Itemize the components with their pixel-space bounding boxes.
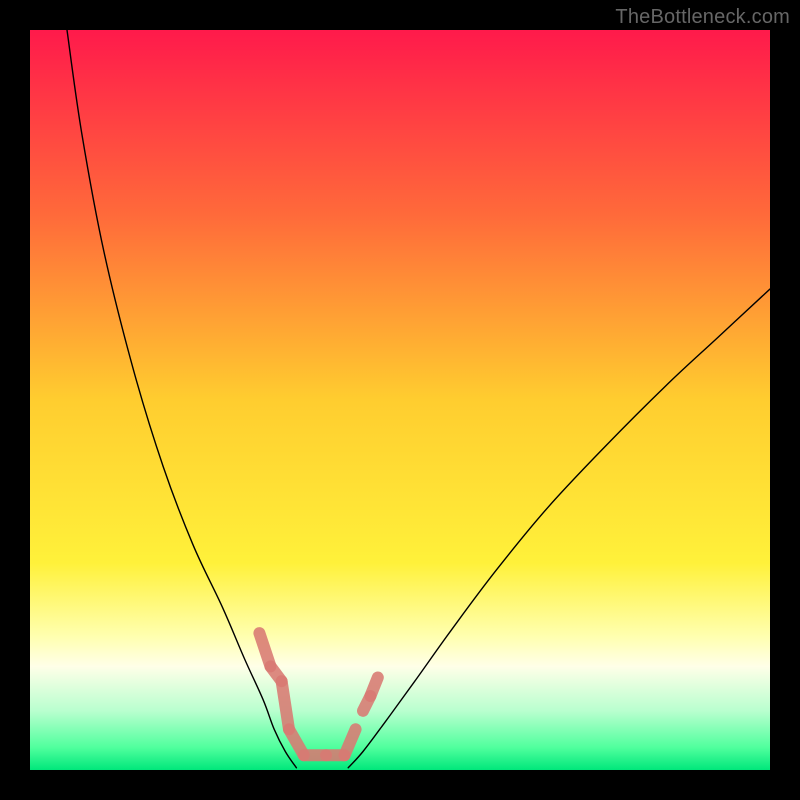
plot-area — [30, 30, 770, 770]
watermark-text: TheBottleneck.com — [615, 6, 790, 29]
chart-container: TheBottleneck.com — [0, 0, 800, 800]
chart-svg — [30, 30, 770, 770]
highlight-seg-8 — [370, 678, 377, 697]
highlight-seg-2 — [282, 681, 289, 729]
chart-background — [30, 30, 770, 770]
